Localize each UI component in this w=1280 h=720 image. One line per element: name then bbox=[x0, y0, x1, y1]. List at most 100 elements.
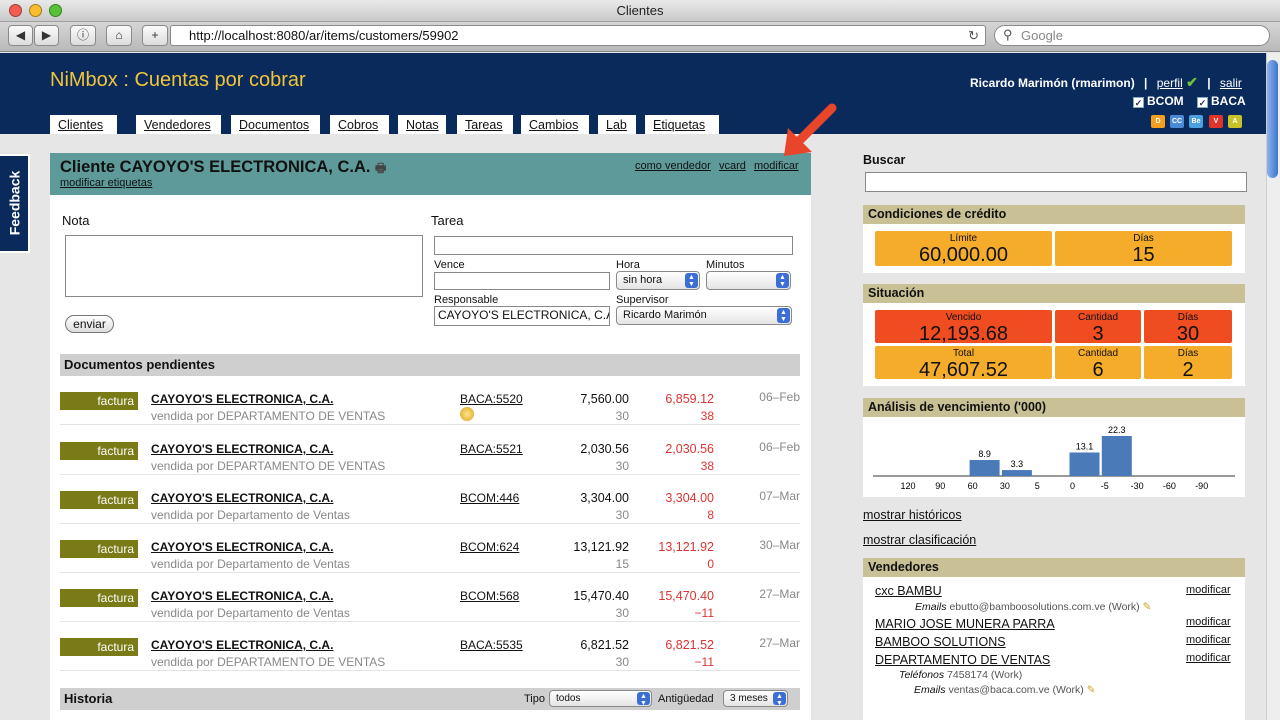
logout-link[interactable]: salir bbox=[1220, 76, 1242, 90]
show-classification-link[interactable]: mostrar clasificación bbox=[863, 533, 976, 547]
browser-search-field[interactable]: ⚲ Google bbox=[994, 25, 1270, 46]
document-customer-link[interactable]: CAYOYO'S ELECTRONICA, C.A. bbox=[151, 638, 333, 652]
seller-link[interactable]: Departamento de Ventas bbox=[217, 606, 350, 620]
back-icon[interactable]: ◀ bbox=[8, 25, 33, 46]
seller-link[interactable]: Departamento de Ventas bbox=[217, 557, 350, 571]
close-window-icon[interactable] bbox=[9, 4, 22, 17]
document-row[interactable]: factura CAYOYO'S ELECTRONICA, C.A. vendi… bbox=[60, 376, 800, 425]
pencil-icon[interactable]: ✎ bbox=[1143, 601, 1152, 613]
tab-clientes[interactable]: Clientes bbox=[50, 115, 117, 134]
minutes-select[interactable]: ▲ ▼ bbox=[706, 271, 791, 290]
history-age-select[interactable]: 3 meses ▲ ▼ bbox=[723, 690, 788, 707]
magnifier-icon: ⚲ bbox=[1003, 27, 1013, 42]
note-textarea[interactable] bbox=[65, 235, 423, 297]
url-text: http://localhost:8080/ar/items/customers… bbox=[189, 28, 459, 43]
document-balance: 13,121.92 bbox=[658, 540, 714, 554]
badge-cc-icon[interactable]: CC bbox=[1170, 115, 1184, 128]
company-baca[interactable]: ✓ BACA bbox=[1197, 94, 1246, 108]
forward-icon[interactable]: ▶ bbox=[34, 25, 59, 46]
document-customer-link[interactable]: CAYOYO'S ELECTRONICA, C.A. bbox=[151, 442, 333, 456]
history-type-select[interactable]: todos ▲ ▼ bbox=[549, 690, 652, 707]
document-ref-link[interactable]: BACA:5521 bbox=[460, 442, 523, 456]
badge-a-icon[interactable]: A bbox=[1228, 115, 1242, 128]
reload-icon[interactable]: ↻ bbox=[968, 26, 979, 45]
chart-tick-label: -5 bbox=[1101, 481, 1109, 491]
tab-notas[interactable]: Notas bbox=[398, 115, 446, 134]
profile-link[interactable]: perfil bbox=[1157, 76, 1183, 90]
modify-seller-link[interactable]: modificar bbox=[1186, 616, 1231, 628]
tab-cobros[interactable]: Cobros bbox=[330, 115, 389, 134]
chart-data-label: 8.9 bbox=[978, 449, 991, 459]
as-seller-link[interactable]: como vendedor bbox=[635, 160, 711, 172]
document-type-badge: factura bbox=[60, 589, 138, 607]
document-customer-link[interactable]: CAYOYO'S ELECTRONICA, C.A. bbox=[151, 491, 333, 505]
url-field[interactable]: http://localhost:8080/ar/items/customers… bbox=[170, 25, 986, 46]
minimize-window-icon[interactable] bbox=[29, 4, 42, 17]
document-ref-link[interactable]: BACA:5520 bbox=[460, 392, 523, 406]
document-customer-link[interactable]: CAYOYO'S ELECTRONICA, C.A. bbox=[151, 540, 333, 554]
document-row[interactable]: factura CAYOYO'S ELECTRONICA, C.A. vendi… bbox=[60, 622, 800, 671]
supervisor-select[interactable]: Ricardo Marimón ▲ ▼ bbox=[616, 306, 792, 325]
task-input[interactable] bbox=[434, 236, 793, 255]
document-customer-link[interactable]: CAYOYO'S ELECTRONICA, C.A. bbox=[151, 392, 333, 406]
modify-seller-link[interactable]: modificar bbox=[1186, 652, 1231, 664]
seller-name-link[interactable]: MARIO JOSE MUNERA PARRA bbox=[875, 617, 1055, 631]
seller-link[interactable]: Departamento de Ventas bbox=[217, 508, 350, 522]
seller-link[interactable]: DEPARTAMENTO DE VENTAS bbox=[217, 655, 385, 669]
checkbox-icon[interactable]: ✓ bbox=[1133, 97, 1144, 108]
seller-name-link[interactable]: cxc BAMBU bbox=[875, 584, 942, 598]
tab-documentos[interactable]: Documentos bbox=[231, 115, 320, 134]
document-overdue-days: 0 bbox=[707, 557, 714, 571]
send-button[interactable]: enviar bbox=[65, 315, 114, 333]
scrollbar-thumb[interactable] bbox=[1267, 60, 1278, 178]
customer-search-input[interactable] bbox=[865, 172, 1247, 192]
modify-seller-link[interactable]: modificar bbox=[1186, 584, 1231, 596]
chart-tick-label: 30 bbox=[1000, 481, 1010, 491]
pencil-icon[interactable]: ✎ bbox=[1087, 684, 1096, 696]
seller-name-link[interactable]: BAMBOO SOLUTIONS bbox=[875, 635, 1006, 649]
show-history-link[interactable]: mostrar históricos bbox=[863, 508, 962, 522]
document-customer-link[interactable]: CAYOYO'S ELECTRONICA, C.A. bbox=[151, 589, 333, 603]
phone-link[interactable]: 7458174 bbox=[947, 669, 988, 681]
zoom-window-icon[interactable] bbox=[49, 4, 62, 17]
checkbox-icon[interactable]: ✓ bbox=[1197, 97, 1208, 108]
document-row[interactable]: factura CAYOYO'S ELECTRONICA, C.A. vendi… bbox=[60, 426, 800, 475]
document-ref-link[interactable]: BCOM:446 bbox=[460, 491, 519, 505]
tab-lab[interactable]: Lab bbox=[598, 115, 636, 134]
badge-v-icon[interactable]: V bbox=[1209, 115, 1223, 128]
document-ref-link[interactable]: BCOM:568 bbox=[460, 589, 519, 603]
tab-vendedores[interactable]: Vendedores bbox=[136, 115, 221, 134]
document-row[interactable]: factura CAYOYO'S ELECTRONICA, C.A. vendi… bbox=[60, 524, 800, 573]
add-bookmark-icon[interactable]: + bbox=[142, 25, 168, 46]
seller-link[interactable]: DEPARTAMENTO DE VENTAS bbox=[217, 409, 385, 423]
due-input[interactable] bbox=[434, 272, 610, 290]
email-link[interactable]: ventas@baca.com.ve bbox=[948, 684, 1049, 696]
company-bcom[interactable]: ✓ BCOM bbox=[1133, 94, 1184, 108]
document-row[interactable]: factura CAYOYO'S ELECTRONICA, C.A. vendi… bbox=[60, 573, 800, 622]
printer-icon[interactable]: 🖶 bbox=[375, 161, 386, 175]
document-row[interactable]: factura CAYOYO'S ELECTRONICA, C.A. vendi… bbox=[60, 475, 800, 524]
edit-tags-link[interactable]: modificar etiquetas bbox=[60, 177, 152, 189]
responsible-input[interactable]: CAYOYO'S ELECTRONICA, C.A bbox=[434, 306, 610, 326]
hour-select[interactable]: sin hora ▲ ▼ bbox=[616, 271, 700, 290]
task-label: Tarea bbox=[431, 213, 464, 228]
tab-cambios[interactable]: Cambios bbox=[521, 115, 589, 134]
document-ref-link[interactable]: BCOM:624 bbox=[460, 540, 519, 554]
badge-d-icon[interactable]: D bbox=[1151, 115, 1165, 128]
seller-name-link[interactable]: DEPARTAMENTO DE VENTAS bbox=[875, 653, 1050, 667]
document-ref-link[interactable]: BACA:5535 bbox=[460, 638, 523, 652]
home-icon[interactable]: ⌂ bbox=[106, 25, 132, 46]
modify-seller-link[interactable]: modificar bbox=[1186, 634, 1231, 646]
chart-tick-label: -30 bbox=[1131, 481, 1144, 491]
modify-customer-link[interactable]: modificar bbox=[754, 160, 799, 172]
vcard-link[interactable]: vcard bbox=[719, 160, 746, 172]
chart-data-label: 13.1 bbox=[1076, 442, 1094, 452]
email-link[interactable]: ebutto@bamboosolutions.com.ve bbox=[949, 601, 1105, 613]
credit-days-tile: Días 15 bbox=[1055, 231, 1232, 266]
tab-etiquetas[interactable]: Etiquetas bbox=[645, 115, 719, 134]
tab-tareas[interactable]: Tareas bbox=[457, 115, 513, 134]
feedback-tab[interactable]: Feedback bbox=[0, 154, 30, 253]
seller-link[interactable]: DEPARTAMENTO DE VENTAS bbox=[217, 459, 385, 473]
info-icon[interactable]: ⓘ bbox=[70, 25, 96, 46]
badge-be-icon[interactable]: Be bbox=[1189, 115, 1203, 128]
